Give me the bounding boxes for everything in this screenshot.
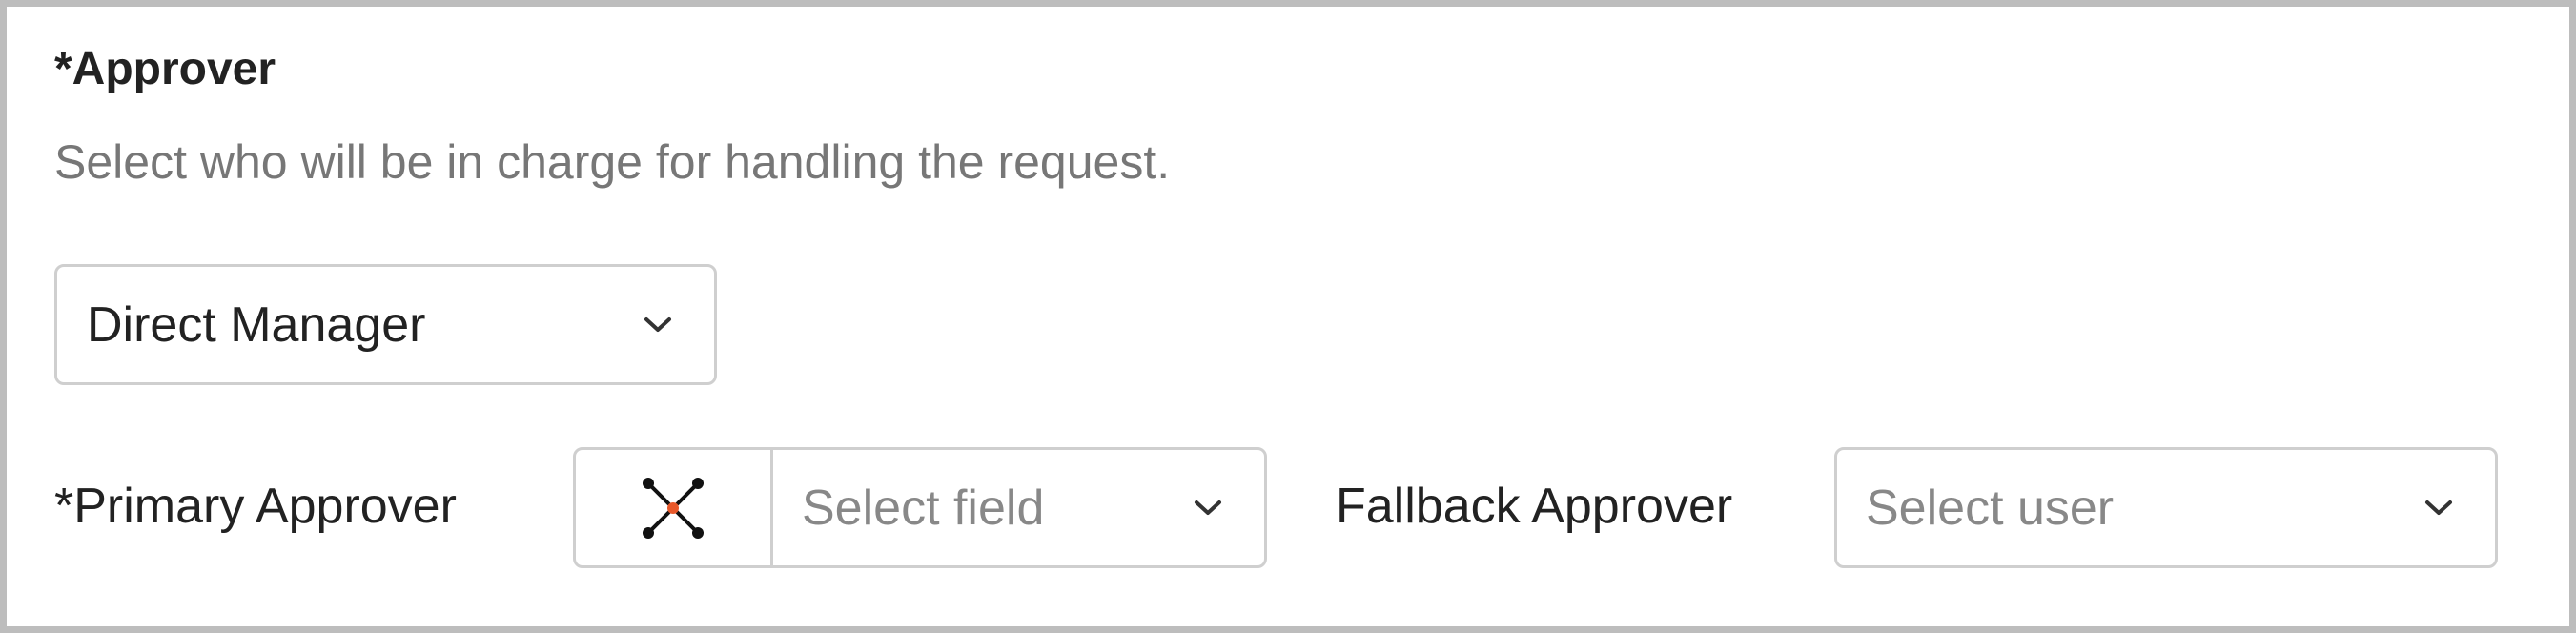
section-description: Select who will be in charge for handlin…	[54, 135, 1171, 189]
fallback-approver-label: Fallback Approver	[1336, 479, 1733, 534]
select-user-placeholder: Select user	[1866, 480, 2115, 536]
approver-type-value: Direct Manager	[87, 296, 426, 353]
field-type-button[interactable]	[576, 450, 773, 565]
chevron-down-icon	[1195, 500, 1221, 515]
section-title: *Approver	[54, 44, 276, 94]
approver-type-dropdown[interactable]: Direct Manager	[54, 264, 717, 385]
approver-panel: *Approver Select who will be in charge f…	[0, 0, 2576, 633]
select-user-dropdown[interactable]: Select user	[1834, 447, 2498, 568]
select-field-placeholder: Select field	[802, 480, 1045, 536]
workflow-nodes-icon	[643, 477, 704, 539]
chevron-down-icon	[2425, 500, 2452, 515]
primary-approver-field-group: Select field	[573, 447, 1267, 568]
chevron-down-icon	[644, 316, 671, 332]
primary-approver-label: *Primary Approver	[54, 479, 457, 534]
select-field-dropdown[interactable]: Select field	[773, 450, 1264, 565]
